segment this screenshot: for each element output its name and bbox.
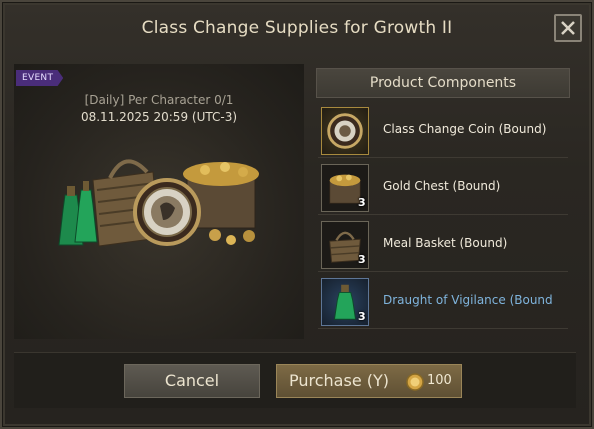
purchase-label: Purchase (Y)	[289, 371, 389, 390]
product-components-panel: Product Components Class Change Coin (Bo…	[316, 68, 570, 334]
item-name: Gold Chest (Bound)	[383, 179, 501, 193]
event-badge: EVENT	[16, 70, 64, 86]
component-item[interactable]: 3 Draught of Vigilance (Bound	[318, 275, 568, 329]
close-button[interactable]	[554, 14, 582, 42]
potion-bottles-icon	[58, 181, 98, 246]
product-bundle-image	[58, 159, 259, 247]
cancel-button[interactable]: Cancel	[124, 364, 260, 398]
purchase-price: 100	[427, 373, 452, 388]
sale-end-date: 08.11.2025 20:59 (UTC-3)	[80, 110, 238, 124]
item-name: Class Change Coin (Bound)	[383, 122, 547, 136]
item-quantity: 3	[358, 310, 366, 323]
class-change-coin-icon	[133, 178, 201, 246]
component-item[interactable]: Class Change Coin (Bound)	[318, 104, 568, 158]
item-quantity: 3	[358, 196, 366, 209]
currency-coin-icon	[406, 373, 424, 391]
purchase-button[interactable]: Purchase (Y) 100	[276, 364, 462, 398]
dialog-title: Class Change Supplies for Growth II	[141, 18, 453, 38]
close-icon	[561, 21, 575, 35]
item-name: Draught of Vigilance (Bound	[383, 293, 553, 307]
components-header: Product Components	[316, 68, 570, 98]
component-item[interactable]: 3 Gold Chest (Bound)	[318, 161, 568, 215]
component-item[interactable]: 3 Meal Basket (Bound)	[318, 218, 568, 272]
item-quantity: 3	[358, 253, 366, 266]
item-name: Meal Basket (Bound)	[383, 236, 508, 250]
coin-icon	[321, 107, 369, 155]
purchase-limit-text: [Daily] Per Character 0/1	[84, 93, 234, 107]
